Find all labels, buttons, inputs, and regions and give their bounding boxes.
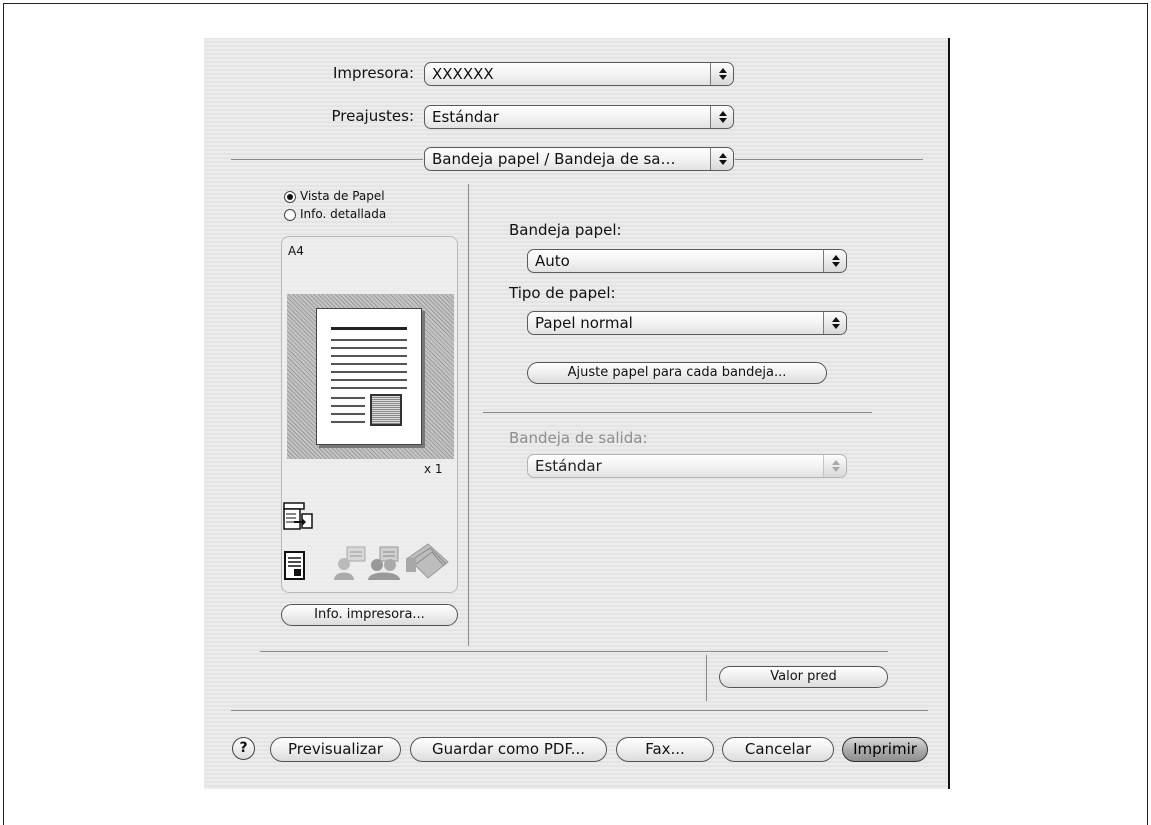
presets-value: Estándar: [432, 108, 499, 126]
popup-arrows-icon: [710, 106, 733, 128]
user-auth-icon: [334, 546, 366, 580]
default-button[interactable]: Valor pred: [719, 666, 888, 688]
preview-button[interactable]: Previsualizar: [270, 737, 401, 762]
panel-separator-right: [735, 159, 923, 160]
finishing-icon: [406, 543, 449, 579]
output-tray-icon: [283, 502, 313, 530]
presets-label: Preajustes:: [331, 107, 414, 125]
printer-info-button[interactable]: Info. impresora...: [281, 604, 458, 626]
tray-settings-button[interactable]: Ajuste papel para cada bandeja...: [527, 362, 827, 384]
panel-menu-value: Bandeja papel / Bandeja de sa…: [432, 150, 676, 168]
copies-label: x 1: [424, 462, 443, 476]
paper-type-popup[interactable]: Papel normal: [527, 311, 847, 335]
radio-paper-view-label: Vista de Papel: [300, 189, 385, 203]
right-separator: [483, 412, 872, 413]
popup-arrows-icon: [710, 148, 733, 170]
account-track-icon: [368, 546, 400, 580]
radio-paper-view[interactable]: [284, 191, 296, 203]
paper-tray-popup[interactable]: Auto: [527, 249, 847, 273]
panel-separator-left: [231, 159, 423, 160]
document-icon: [284, 551, 305, 580]
output-tray-label: Bandeja de salida:: [509, 429, 648, 447]
cancel-button[interactable]: Cancelar: [722, 737, 834, 762]
output-tray-value: Estándar: [535, 457, 602, 475]
paper-tray-value: Auto: [535, 252, 570, 270]
panel-menu-popup[interactable]: Bandeja papel / Bandeja de sa…: [424, 147, 734, 171]
output-tray-popup[interactable]: Estándar: [527, 454, 847, 478]
popup-arrows-icon: [823, 250, 846, 272]
print-button[interactable]: Imprimir: [842, 737, 928, 762]
help-button[interactable]: ?: [232, 737, 255, 760]
paper-type-value: Papel normal: [535, 314, 633, 332]
printer-label: Impresora:: [332, 64, 414, 82]
popup-arrows-icon: [710, 63, 733, 85]
image-placeholder-icon: [370, 394, 402, 426]
radio-detailed-info[interactable]: [284, 209, 296, 221]
fax-button[interactable]: Fax...: [616, 737, 714, 762]
popup-arrows-icon: [823, 312, 846, 334]
default-button-divider: [706, 655, 707, 701]
column-divider: [468, 184, 469, 646]
paper-preview-sheet: [316, 308, 422, 445]
printer-popup[interactable]: XXXXXX: [424, 62, 734, 86]
save-as-pdf-button[interactable]: Guardar como PDF...: [410, 737, 607, 762]
printer-value: XXXXXX: [432, 65, 494, 83]
paper-size-label: A4: [288, 244, 304, 258]
popup-arrows-icon: [823, 455, 846, 477]
dialog-edge: [948, 38, 950, 789]
panel-bottom-separator: [260, 651, 888, 652]
paper-type-label: Tipo de papel:: [509, 284, 616, 302]
presets-popup[interactable]: Estándar: [424, 105, 734, 129]
footer-separator: [231, 710, 928, 711]
radio-detailed-info-label: Info. detallada: [300, 207, 387, 221]
paper-tray-label: Bandeja papel:: [509, 221, 622, 239]
